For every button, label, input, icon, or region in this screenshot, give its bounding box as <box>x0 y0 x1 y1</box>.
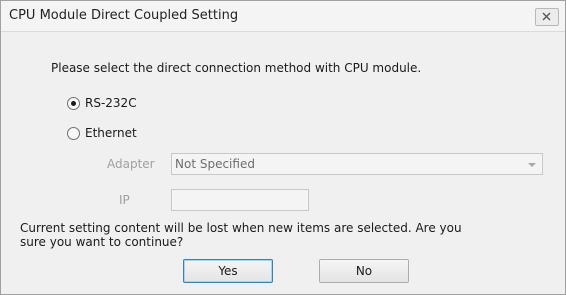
ip-input[interactable] <box>171 189 309 211</box>
radio-ethernet-indicator[interactable] <box>67 126 80 140</box>
close-button[interactable] <box>535 8 559 26</box>
radio-ethernet-label[interactable]: Ethernet <box>85 126 137 140</box>
instruction-text: Please select the direct connection meth… <box>51 61 422 75</box>
no-button[interactable]: No <box>319 259 409 283</box>
title-bar: CPU Module Direct Coupled Setting <box>1 1 565 32</box>
adapter-label: Adapter <box>107 157 155 171</box>
ip-label: IP <box>119 193 130 207</box>
radio-rs232c-indicator[interactable] <box>67 96 80 110</box>
chevron-down-icon <box>528 163 536 167</box>
radio-ethernet[interactable]: Ethernet <box>67 126 137 140</box>
radio-rs232c[interactable]: RS-232C <box>67 96 137 110</box>
yes-button[interactable]: Yes <box>183 259 273 283</box>
adapter-select[interactable]: Not Specified <box>171 153 543 175</box>
warning-text: Current setting content will be lost whe… <box>20 221 462 249</box>
window-title: CPU Module Direct Coupled Setting <box>9 8 239 23</box>
dialog-window: CPU Module Direct Coupled Setting Please… <box>0 0 566 295</box>
adapter-select-value: Not Specified <box>175 157 255 171</box>
close-icon <box>542 12 551 21</box>
radio-rs232c-label[interactable]: RS-232C <box>85 96 137 110</box>
